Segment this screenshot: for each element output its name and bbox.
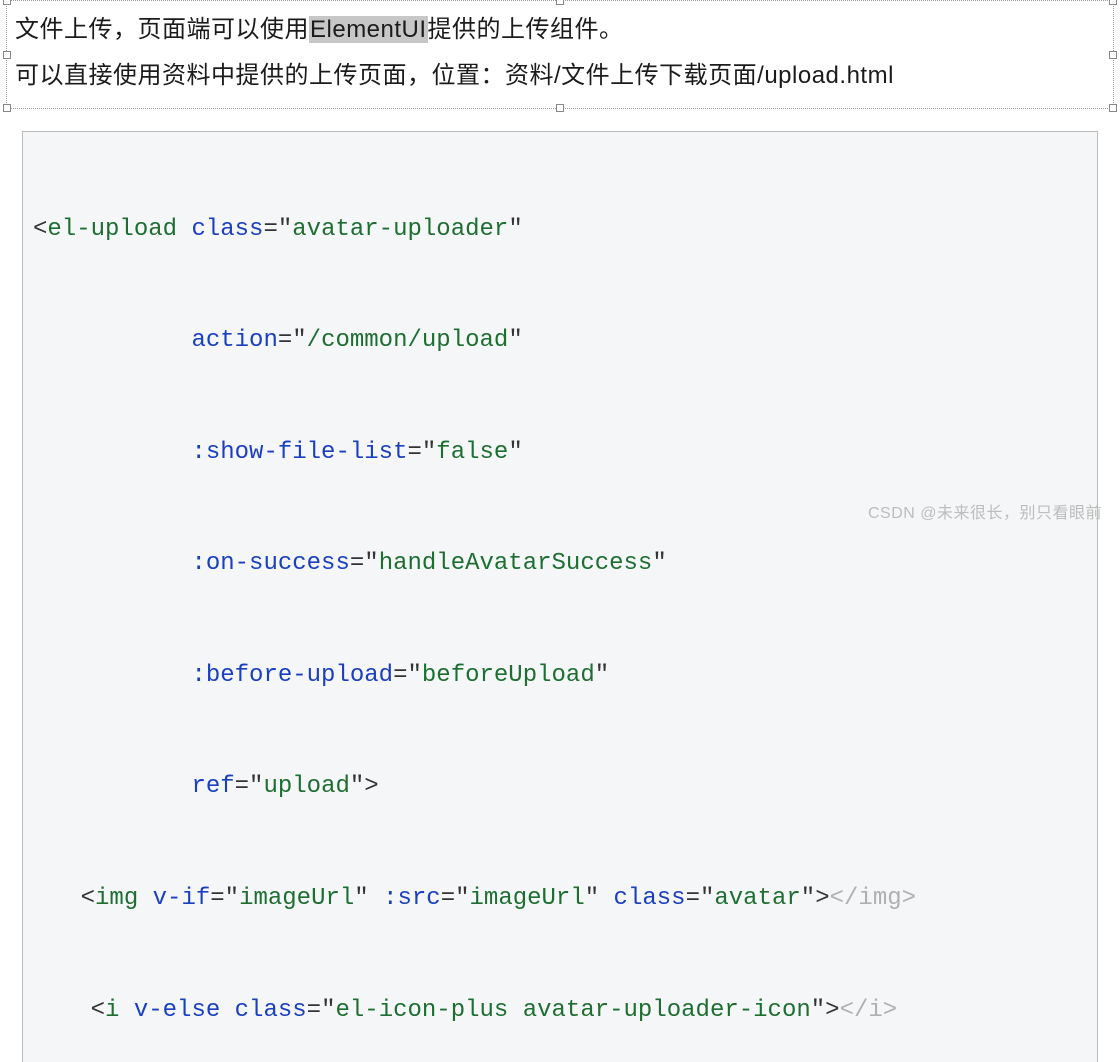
code-line-6: ref="upload"> [23, 768, 1097, 805]
code-line-5: :before-upload="beforeUpload" [23, 657, 1097, 694]
code-line-2: action="/common/upload" [23, 322, 1097, 359]
code-line-7: <img v-if="imageUrl" :src="imageUrl" cla… [23, 880, 1097, 917]
code-line-4: :on-success="handleAvatarSuccess" [23, 545, 1097, 582]
description-line-2: 可以直接使用资料中提供的上传页面，位置：资料/文件上传下载页面/upload.h… [15, 53, 1105, 99]
description-text-block[interactable]: 文件上传，页面端可以使用ElementUI提供的上传组件。 可以直接使用资料中提… [6, 0, 1114, 109]
resize-handle-bottom-right[interactable] [1109, 104, 1117, 112]
resize-handle-right-mid[interactable] [1109, 51, 1117, 59]
resize-handle-top-mid[interactable] [556, 0, 564, 5]
description-line-1: 文件上传，页面端可以使用ElementUI提供的上传组件。 [15, 7, 1105, 53]
resize-handle-bottom-mid[interactable] [556, 104, 564, 112]
selected-text: ElementUI [309, 16, 428, 43]
resize-handle-top-right[interactable] [1109, 0, 1117, 5]
text-after-highlight: 提供的上传组件。 [428, 16, 624, 43]
code-line-8: <i v-else class="el-icon-plus avatar-upl… [23, 992, 1097, 1029]
code-line-1: <el-upload class="avatar-uploader" [23, 211, 1097, 248]
text-before-highlight: 文件上传，页面端可以使用 [15, 16, 309, 43]
resize-handle-top-left[interactable] [3, 0, 11, 5]
resize-handle-bottom-left[interactable] [3, 104, 11, 112]
watermark-text: CSDN @未来很长，别只看眼前 [868, 499, 1102, 523]
resize-handle-left-mid[interactable] [3, 51, 11, 59]
code-snippet-block: <el-upload class="avatar-uploader" actio… [22, 131, 1098, 1062]
code-line-3: :show-file-list="false" [23, 434, 1097, 471]
